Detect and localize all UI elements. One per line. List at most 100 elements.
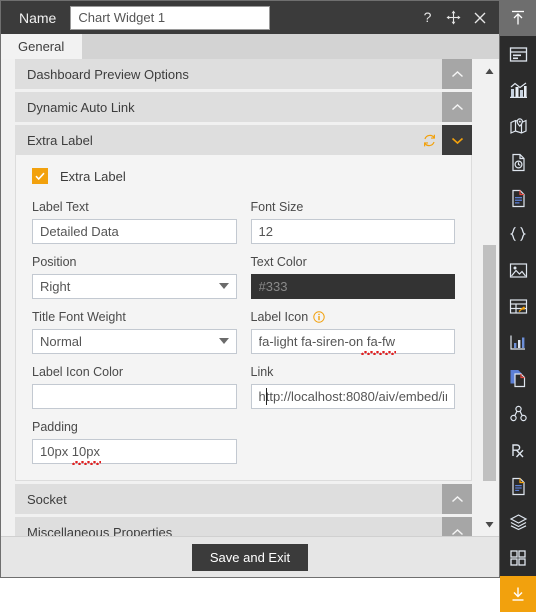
field-label-text: Label Text [32, 199, 237, 244]
field-text-color: Text Color [250, 254, 455, 299]
title-font-weight-select[interactable] [32, 329, 237, 354]
title-font-weight-select-wrap [32, 329, 237, 354]
section-title: Miscellaneous Properties [27, 524, 173, 537]
save-and-exit-button[interactable]: Save and Exit [191, 543, 309, 571]
rail-collapse-icon[interactable] [500, 0, 536, 36]
tab-general[interactable]: General [1, 34, 83, 59]
dialog-footer: Save and Exit [1, 536, 499, 577]
rail-prescription-icon[interactable] [500, 432, 536, 468]
rail-document-icon[interactable] [500, 180, 536, 216]
titlebar-controls: ? [419, 8, 499, 28]
rail-download-icon[interactable] [500, 576, 536, 612]
rail-kpi-icon[interactable] [500, 324, 536, 360]
move-icon[interactable] [445, 8, 462, 28]
refresh-icon[interactable] [416, 125, 442, 155]
close-icon[interactable] [471, 8, 488, 28]
padding-input[interactable] [32, 439, 237, 464]
form-row-1: Label Text Font Size [32, 199, 455, 254]
chevron-down-icon[interactable] [442, 125, 472, 155]
scroll-up-icon[interactable] [479, 63, 499, 79]
field-label: Label Text [32, 200, 89, 214]
svg-text:?: ? [424, 10, 432, 25]
section-header-dashboard-preview-options[interactable]: Dashboard Preview Options [15, 59, 472, 89]
field-font-size: Font Size [250, 199, 455, 244]
section-tools [442, 59, 472, 89]
extra-label-checkbox-row: Extra Label [32, 168, 455, 184]
tab-strip: General [1, 34, 499, 59]
section-tools [442, 484, 472, 514]
label-icon-color-input[interactable] [32, 384, 237, 409]
rail-table-icon[interactable] [500, 288, 536, 324]
properties-scroll-area: Dashboard Preview Options Dynamic Auto L… [1, 59, 478, 536]
field-label: Position [32, 255, 77, 269]
field-label: Padding [32, 420, 78, 434]
section-tools [442, 92, 472, 122]
name-field-label: Name [19, 9, 57, 26]
field-label-icon: Label Icon [250, 309, 456, 355]
field-label-icon-color: Label Icon Color [32, 364, 237, 409]
field-label: Label Icon [251, 309, 456, 325]
right-icon-rail [500, 0, 536, 612]
info-icon[interactable] [313, 311, 325, 323]
form-row-5: Padding [32, 419, 456, 465]
field-link: Link [250, 364, 455, 409]
window-titlebar: Name ? [1, 1, 499, 34]
field-label: Link [250, 365, 274, 379]
font-size-input[interactable] [250, 219, 455, 244]
section-tools [442, 517, 472, 536]
section-header-socket[interactable]: Socket [15, 484, 472, 514]
section-header-dynamic-auto-link[interactable]: Dynamic Auto Link [15, 92, 472, 122]
widget-name-input[interactable] [70, 5, 271, 30]
section-header-miscellaneous-properties[interactable]: Miscellaneous Properties [15, 517, 472, 536]
extra-label-checkbox-label: Extra Label [60, 168, 126, 184]
rail-code-icon[interactable] [500, 216, 536, 252]
scroll-down-icon[interactable] [479, 516, 499, 532]
chevron-up-icon[interactable] [442, 517, 472, 536]
form-row-2: Position Text Color [32, 254, 455, 309]
label-icon-input[interactable] [250, 329, 455, 354]
form-row-4: Label Icon Color Link [32, 364, 455, 419]
rail-copy-icon[interactable] [500, 360, 536, 396]
rail-layers-icon[interactable] [500, 504, 536, 540]
rail-widget-icon[interactable] [500, 36, 536, 72]
rail-grid-icon[interactable] [500, 540, 536, 576]
position-select-wrap [32, 274, 237, 299]
section-title: Extra Label [27, 132, 93, 148]
field-label-text: Label Icon [250, 310, 309, 324]
field-label: Text Color [250, 255, 307, 269]
section-title: Socket [27, 491, 67, 507]
chevron-up-icon[interactable] [442, 59, 472, 89]
properties-body: Dashboard Preview Options Dynamic Auto L… [1, 59, 499, 536]
rail-chart-icon[interactable] [500, 72, 536, 108]
text-cursor [265, 388, 267, 405]
extra-label-checkbox[interactable] [32, 168, 48, 184]
scrollbar-thumb[interactable] [483, 245, 496, 481]
field-label: Title Font Weight [32, 310, 126, 324]
chevron-up-icon[interactable] [442, 484, 472, 514]
rail-hierarchy-icon[interactable] [500, 396, 536, 432]
section-title: Dashboard Preview Options [27, 66, 189, 82]
section-title: Dynamic Auto Link [27, 99, 135, 115]
chevron-up-icon[interactable] [442, 92, 472, 122]
form-row-3: Title Font Weight Label Icon [32, 309, 455, 364]
section-tools [416, 125, 472, 155]
help-icon[interactable]: ? [419, 8, 436, 28]
rail-notes-icon[interactable] [500, 468, 536, 504]
field-padding: Padding [32, 419, 237, 465]
section-body-extra-label: Extra Label Label Text Font Size [15, 155, 472, 481]
position-select[interactable] [32, 274, 237, 299]
field-title-font-weight: Title Font Weight [32, 309, 237, 354]
field-label: Font Size [250, 200, 304, 214]
label-text-input[interactable] [32, 219, 237, 244]
link-input[interactable] [250, 384, 455, 409]
rail-map-icon[interactable] [500, 108, 536, 144]
properties-scrollbar[interactable] [478, 59, 499, 536]
form-row-5-spacer [251, 419, 456, 464]
rail-image-icon[interactable] [500, 252, 536, 288]
text-color-input[interactable] [250, 274, 455, 299]
widget-properties-window: Name ? [0, 0, 500, 578]
section-header-extra-label[interactable]: Extra Label [15, 125, 472, 155]
rail-report-icon[interactable] [500, 144, 536, 180]
field-position: Position [32, 254, 237, 299]
field-label: Label Icon Color [32, 365, 124, 379]
